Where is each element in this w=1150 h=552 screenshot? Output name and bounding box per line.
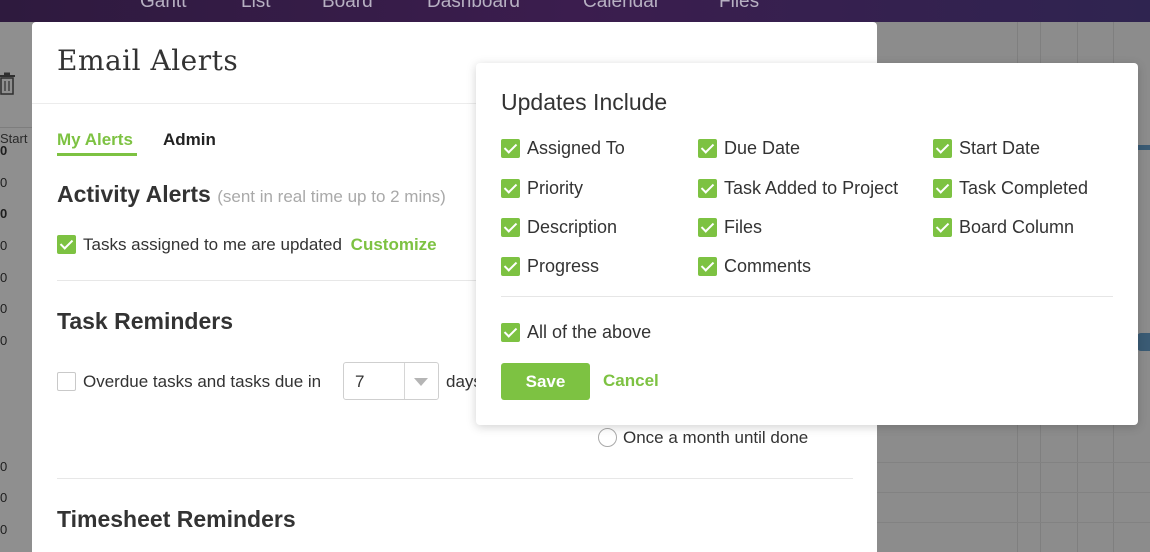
trash-icon [0,72,15,95]
nav-item-files[interactable]: Files [719,0,759,13]
divider [57,478,853,479]
customize-link[interactable]: Customize [351,235,437,254]
due-date-label: Due Date [724,138,801,158]
overdue-tasks-label: Overdue tasks and tasks due in [83,372,322,391]
cancel-button[interactable]: Cancel [603,371,659,391]
activity-alerts-note: (sent in real time up to 2 mins) [217,187,446,206]
progress-checkbox[interactable] [501,257,520,276]
save-button[interactable]: Save [501,363,590,400]
start-date-checkbox[interactable] [933,139,952,158]
days-select[interactable]: 7 [343,362,439,400]
popover-arrow [463,231,477,257]
cell-value: 0 [0,175,8,190]
modal-title: Email Alerts [57,44,239,77]
task-added-label: Task Added to Project [724,178,899,198]
top-navigation: Gantt List Board Dashboard Calendar File… [0,0,1150,22]
priority-label: Priority [527,178,584,198]
active-tab-indicator [57,153,137,156]
start-date-label: Start Date [959,138,1041,158]
tab-admin[interactable]: Admin [163,130,216,150]
comments-label: Comments [724,256,812,276]
popover-title: Updates Include [501,89,668,115]
progress-label: Progress [527,256,600,276]
description-label: Description [527,217,618,237]
row-divider [0,127,32,128]
task-completed-label: Task Completed [959,178,1089,198]
once-a-month-label: Once a month until done [623,428,809,447]
cell-value: 0 [0,301,8,316]
overdue-tasks-checkbox[interactable] [57,372,76,391]
nav-item-dashboard[interactable]: Dashboard [427,0,520,13]
activity-alerts-title: Activity Alerts [57,181,211,207]
cell-value: 0 [0,143,8,158]
divider [501,296,1113,297]
gantt-bar [1137,333,1150,351]
assigned-to-label: Assigned To [527,138,625,158]
cell-value: 0 [0,270,8,285]
tab-my-alerts[interactable]: My Alerts [57,130,133,150]
cell-value: 0 [0,206,8,221]
gantt-bar [1137,145,1150,150]
timesheet-reminders-title: Timesheet Reminders [57,506,296,532]
updates-include-popover: Updates Include Assigned To Priority Des… [476,63,1138,425]
tasks-updated-label: Tasks assigned to me are updated [83,235,342,254]
files-checkbox[interactable] [698,218,717,237]
days-value: 7 [355,372,365,391]
all-of-the-above-checkbox[interactable] [501,323,520,342]
all-of-the-above-label: All of the above [527,322,652,342]
task-added-checkbox[interactable] [698,179,717,198]
cell-value: 0 [0,490,8,505]
once-a-month-radio[interactable] [598,428,617,447]
activity-alerts-heading: Activity Alerts (sent in real time up to… [57,181,446,208]
nav-item-gantt[interactable]: Gantt [140,0,186,13]
cell-value: 0 [0,333,8,348]
nav-item-calendar[interactable]: Calendar [583,0,660,13]
tasks-updated-checkbox[interactable] [57,235,76,254]
due-date-checkbox[interactable] [698,139,717,158]
tasks-updated-row: Tasks assigned to me are updated Customi… [83,235,437,255]
cell-value: 0 [0,238,8,253]
task-reminders-title: Task Reminders [57,308,233,334]
chevron-down-icon[interactable] [414,378,428,386]
nav-item-list[interactable]: List [241,0,271,13]
cell-value: 0 [0,522,8,537]
board-column-label: Board Column [959,217,1075,237]
priority-checkbox[interactable] [501,179,520,198]
description-checkbox[interactable] [501,218,520,237]
comments-checkbox[interactable] [698,257,717,276]
assigned-to-checkbox[interactable] [501,139,520,158]
nav-item-board[interactable]: Board [322,0,373,13]
board-column-checkbox[interactable] [933,218,952,237]
task-completed-checkbox[interactable] [933,179,952,198]
cell-value: 0 [0,459,8,474]
files-label: Files [724,217,763,237]
